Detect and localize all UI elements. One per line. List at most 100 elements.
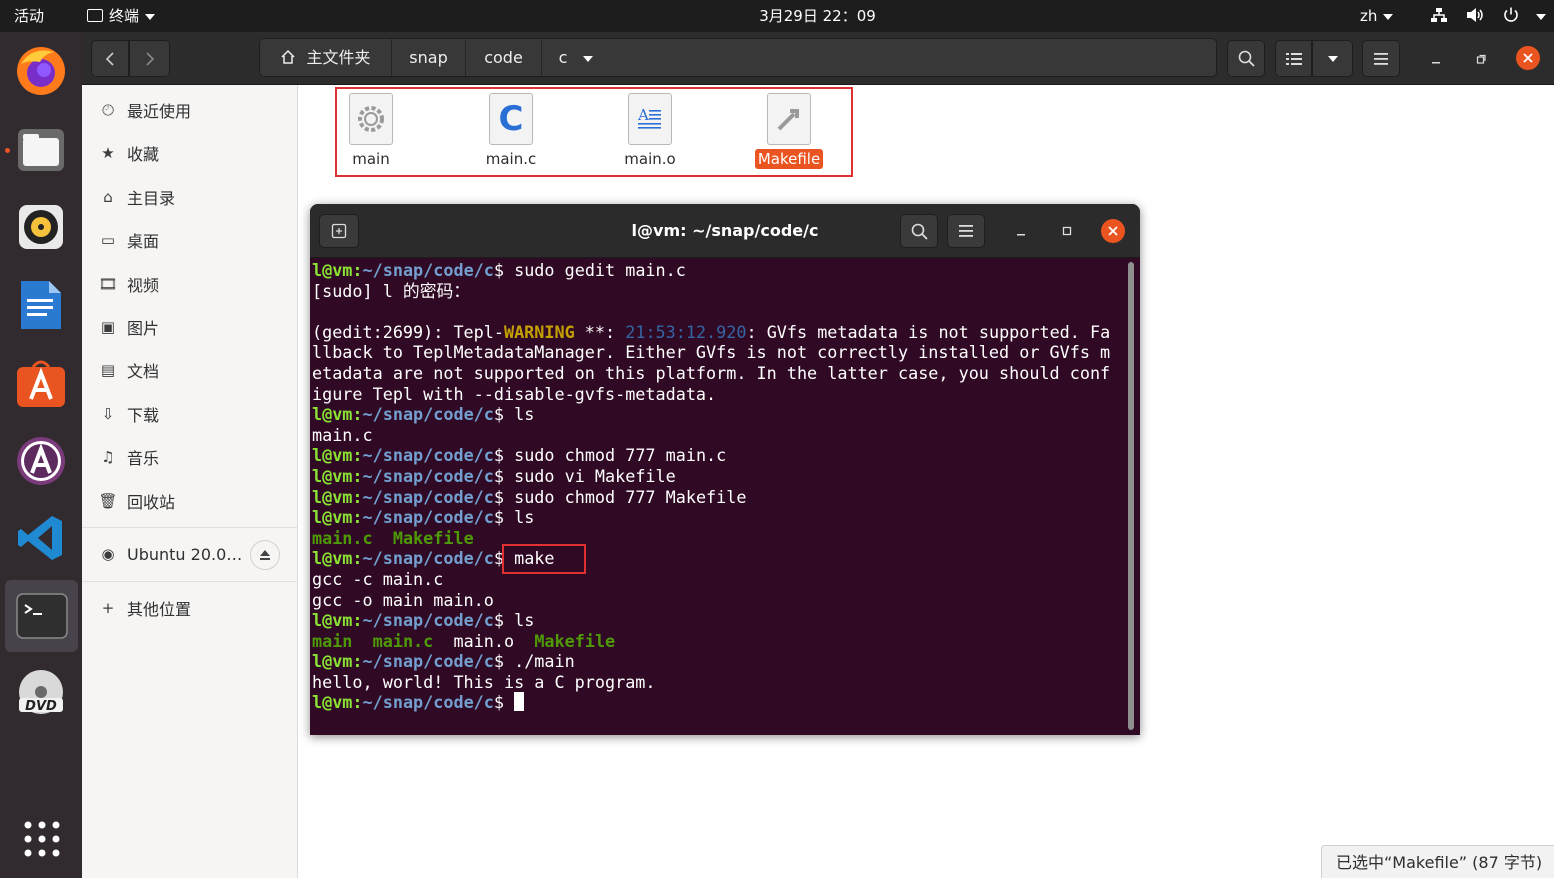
input-method-menu[interactable]: zh: [1360, 0, 1394, 32]
terminal-line: main main.c main.o Makefile: [312, 630, 616, 651]
clock[interactable]: 3月29日 22：09: [740, 0, 895, 32]
terminal-line: igure Tepl with --disable-gvfs-metadata.: [312, 383, 717, 404]
system-menu[interactable]: [1430, 0, 1547, 32]
firefox-icon: [17, 47, 65, 95]
minimize-icon: [1432, 62, 1440, 64]
back-button[interactable]: [91, 40, 129, 77]
eject-button[interactable]: [250, 540, 280, 570]
terminal-line: l@vm:~/snap/code/c$ ls: [312, 404, 535, 425]
close-icon: [1108, 226, 1118, 236]
sidebar-item-pictures[interactable]: ▣ 图片: [82, 308, 297, 346]
updater-launcher[interactable]: [11, 431, 71, 491]
dvd-icon: DVD: [19, 670, 63, 714]
sidebar-item-music[interactable]: ♫ 音乐: [82, 438, 297, 476]
sidebar-item-trash[interactable]: 🗑︎ 回收站: [82, 482, 297, 520]
view-list-button[interactable]: [1275, 40, 1312, 77]
terminal-window[interactable]: l@vm: ~/snap/code/c l@vm:~/snap/code/c$ …: [310, 204, 1140, 735]
vscode-launcher[interactable]: [11, 508, 71, 568]
sidebar-item-desktop[interactable]: ▭ 桌面: [82, 221, 297, 259]
chevron-down-icon: [1327, 55, 1338, 62]
svg-text:DVD: DVD: [25, 699, 57, 714]
terminal-line: l@vm:~/snap/code/c$ ls: [312, 610, 535, 631]
show-applications-button[interactable]: [22, 819, 62, 859]
terminal-line: l@vm:~/snap/code/c$: [312, 692, 1125, 713]
terminal-launcher[interactable]: [5, 580, 78, 652]
volume-icon: [1466, 8, 1483, 22]
restore-button[interactable]: [1468, 46, 1494, 72]
home-icon: ⌂: [103, 188, 113, 206]
sidebar-item-documents[interactable]: ▤ 文档: [82, 351, 297, 389]
document-icon: ▤: [100, 361, 116, 379]
path-bar: 主文件夹 snap code c: [259, 38, 1217, 77]
ubuntu-software-icon: [17, 360, 65, 407]
terminal-line: main.c: [312, 424, 373, 445]
restore-icon: [1476, 54, 1486, 64]
hamburger-icon: [959, 225, 973, 237]
app-menu[interactable]: 终端: [87, 0, 156, 32]
plus-icon: +: [101, 599, 115, 617]
files-launcher[interactable]: [11, 120, 71, 180]
sidebar-item-label: 最近使用: [127, 102, 192, 121]
forward-button[interactable]: [129, 40, 170, 77]
terminal-search-button[interactable]: [900, 214, 938, 248]
selection-status: 已选中“Makefile” (87 字节): [1321, 845, 1554, 878]
dvd-launcher[interactable]: DVD: [11, 664, 71, 724]
new-tab-icon: [331, 223, 347, 239]
sidebar-item-downloads[interactable]: ⇩ 下载: [82, 395, 297, 433]
view-options-button[interactable]: [1312, 40, 1353, 77]
software-updater-icon: [17, 437, 65, 485]
sidebar-item-label: Ubuntu 20.0…: [127, 544, 243, 564]
software-launcher[interactable]: [11, 353, 71, 413]
places-sidebar: 🕘︎ 最近使用 ★ 收藏 ⌂ 主目录 ▭ 桌面 🎞︎ 视频 ▣ 图片 ▤ 文档 ⇩ 下载 ♫ 音乐…: [82, 85, 298, 878]
sidebar-item-label: 视频: [127, 276, 160, 295]
terminal-line: l@vm:~/snap/code/c$ sudo chmod 777 main.…: [312, 445, 727, 466]
minimize-button[interactable]: [1423, 46, 1449, 72]
terminal-output[interactable]: l@vm:~/snap/code/c$ sudo gedit main.c [su…: [310, 260, 1125, 735]
app-menu-label: 终端: [109, 7, 140, 25]
power-icon: [1503, 7, 1518, 22]
sidebar-item-label: 图片: [127, 319, 160, 338]
path-snap[interactable]: snap: [392, 39, 466, 76]
vscode-icon: [18, 516, 62, 560]
sidebar-item-label: 主目录: [127, 189, 176, 208]
new-tab-button[interactable]: [319, 214, 359, 248]
firefox-launcher[interactable]: [11, 41, 71, 101]
download-icon: ⇩: [101, 405, 115, 423]
path-home[interactable]: 主文件夹: [260, 39, 392, 76]
menu-button[interactable]: [1362, 40, 1400, 77]
path-code[interactable]: code: [466, 39, 542, 76]
hamburger-icon: [1374, 52, 1388, 65]
terminal-line: gcc -c main.c: [312, 568, 444, 589]
terminal-minimize-button[interactable]: [1008, 218, 1034, 244]
sidebar-item-recent[interactable]: 🕘︎ 最近使用: [82, 91, 297, 129]
writer-launcher[interactable]: [11, 275, 71, 335]
chevron-down-icon: [145, 13, 156, 20]
list-view-icon: [1285, 52, 1302, 65]
input-method-label: zh: [1360, 7, 1378, 25]
terminal-menu-button[interactable]: [947, 214, 985, 248]
search-button[interactable]: [1227, 40, 1265, 77]
terminal-close-button[interactable]: [1101, 219, 1125, 243]
terminal-scrollbar[interactable]: [1128, 262, 1134, 730]
star-icon: ★: [101, 144, 115, 162]
activities-button[interactable]: 活动: [14, 0, 44, 32]
terminal-line: etadata are not supported on this platfo…: [312, 362, 1111, 383]
files-icon: [18, 129, 64, 171]
sidebar-item-other-locations[interactable]: + 其他位置: [82, 589, 297, 627]
terminal-maximize-button[interactable]: [1054, 218, 1080, 244]
close-button[interactable]: [1516, 46, 1540, 70]
sidebar-item-videos[interactable]: 🎞︎ 视频: [82, 265, 297, 303]
top-panel: 活动 终端 3月29日 22：09 zh: [0, 0, 1554, 32]
terminal-line: (gedit:2699): Tepl-WARNING **: 21:53:12.…: [312, 321, 1111, 342]
sidebar-item-home[interactable]: ⌂ 主目录: [82, 178, 297, 216]
terminal-line: hello, world! This is a C program.: [312, 671, 656, 692]
terminal-line: main.c Makefile: [312, 527, 474, 548]
path-c[interactable]: c: [542, 39, 610, 76]
desktop-icon: ▭: [100, 231, 116, 249]
sidebar-item-starred[interactable]: ★ 收藏: [82, 134, 297, 172]
picture-icon: ▣: [100, 318, 116, 336]
close-icon: [1523, 53, 1533, 63]
sidebar-item-label: 回收站: [127, 493, 176, 512]
files-headerbar: 主文件夹 snap code c: [82, 32, 1554, 85]
rhythmbox-launcher[interactable]: [11, 197, 71, 257]
